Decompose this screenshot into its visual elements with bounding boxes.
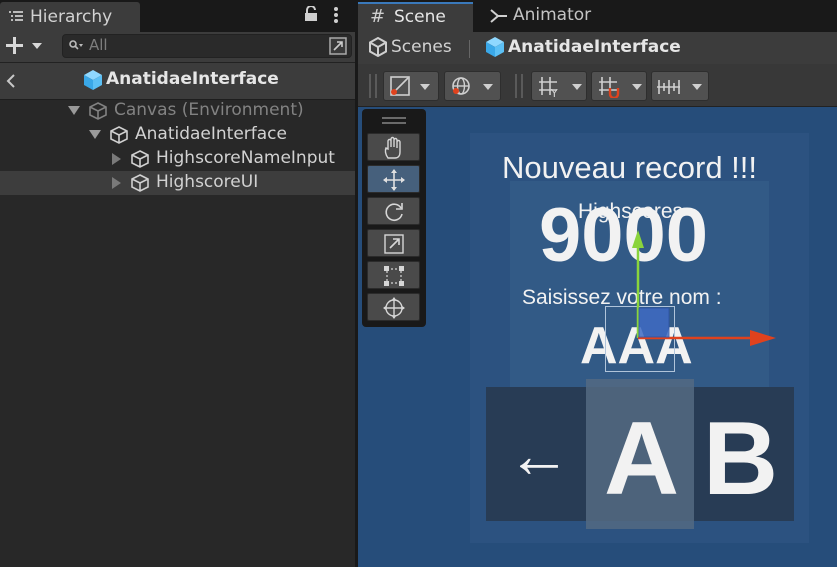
hierarchy-item-canvas[interactable]: Canvas (Environment) (0, 99, 355, 123)
breadcrumb-root[interactable]: Scenes (391, 37, 452, 57)
search-placeholder: All (89, 36, 108, 54)
svg-text:Y: Y (550, 87, 558, 98)
globe-icon (452, 77, 493, 95)
lock-icon[interactable] (304, 6, 318, 22)
key-b: B (703, 401, 779, 517)
tab-hierarchy[interactable]: Hierarchy (0, 2, 140, 32)
gameobject-cube-icon (131, 150, 149, 168)
grid-visibility-dropdown[interactable]: Y (531, 71, 587, 101)
grid-icon: # (370, 6, 386, 27)
grid-snapping-dropdown[interactable] (591, 71, 647, 101)
ruler-icon (657, 80, 702, 94)
gameobject-cube-icon (131, 174, 149, 192)
increment-snap-dropdown[interactable] (651, 71, 709, 101)
hierarchy-item-label: HighscoreNameInput (156, 148, 335, 168)
search-icon (69, 40, 83, 50)
rotate-icon (385, 203, 403, 221)
gameobject-cube-icon (110, 126, 128, 144)
rotate-tool-button[interactable] (367, 197, 420, 225)
search-input[interactable]: All (62, 34, 352, 58)
move-gizmo[interactable] (624, 228, 784, 348)
move-icon (383, 169, 405, 191)
transform-icon (383, 297, 405, 319)
hand-tool-button[interactable] (367, 133, 420, 161)
hand-icon (384, 136, 401, 159)
hierarchy-item-highscorenameinput[interactable]: HighscoreNameInput (0, 147, 355, 171)
palette-grip[interactable] (382, 122, 406, 124)
breadcrumb-current[interactable]: AnatidaeInterface (508, 37, 681, 57)
search-options-icon[interactable] (329, 37, 347, 55)
shaded-draw-mode-icon (390, 76, 430, 96)
chevron-left-icon[interactable] (6, 73, 16, 89)
toolbar-grip[interactable] (375, 74, 377, 98)
tab-animator-label: Animator (513, 5, 592, 25)
toolbar-grip[interactable] (515, 74, 517, 98)
kebab-menu-icon[interactable] (333, 6, 339, 24)
list-icon (9, 11, 23, 21)
draw-mode-dropdown[interactable] (383, 71, 439, 101)
gameobject-cube-icon (89, 102, 107, 120)
hierarchy-item-highscoreui[interactable]: HighscoreUI (0, 171, 355, 195)
hierarchy-item-label: Canvas (Environment) (114, 100, 304, 120)
hierarchy-item-label: HighscoreUI (156, 172, 259, 192)
hierarchy-prefab-header: AnatidaeInterface (0, 63, 355, 100)
grid-y-icon: Y (539, 77, 582, 98)
scale-icon (384, 234, 404, 254)
transform-tool-button[interactable] (367, 293, 420, 321)
breadcrumb-separator (469, 40, 470, 58)
render-mode-dropdown[interactable] (444, 71, 501, 101)
expand-arrow-icon[interactable] (89, 130, 101, 139)
move-tool-button[interactable] (367, 165, 420, 193)
collapse-arrow-icon[interactable] (112, 153, 121, 165)
prefab-cube-icon (84, 70, 102, 90)
key-a: A (604, 401, 680, 517)
tab-scene[interactable]: # Scene (358, 2, 473, 32)
hierarchy-header-title: AnatidaeInterface (106, 69, 279, 89)
animator-icon (490, 9, 507, 23)
rect-transform-icon (384, 266, 404, 286)
unity-logo-icon (369, 37, 387, 57)
record-title: Nouveau record !!! (502, 150, 758, 185)
plus-icon[interactable] (6, 37, 46, 55)
grid-snap-icon (599, 77, 642, 98)
prefab-cube-icon (486, 37, 504, 57)
expand-arrow-icon[interactable] (68, 106, 80, 115)
tab-scene-label: Scene (394, 7, 446, 27)
tab-hierarchy-label: Hierarchy (30, 7, 113, 27)
toolbar-grip[interactable] (521, 74, 523, 98)
hierarchy-item-label: AnatidaeInterface (135, 124, 287, 144)
rect-tool-button[interactable] (367, 261, 420, 289)
backspace-key: ← (507, 419, 571, 491)
scale-tool-button[interactable] (367, 229, 420, 257)
palette-grip[interactable] (382, 117, 406, 119)
hierarchy-item-anatidaeinterface[interactable]: AnatidaeInterface (0, 123, 355, 147)
collapse-arrow-icon[interactable] (112, 177, 121, 189)
toolbar-grip[interactable] (369, 74, 371, 98)
